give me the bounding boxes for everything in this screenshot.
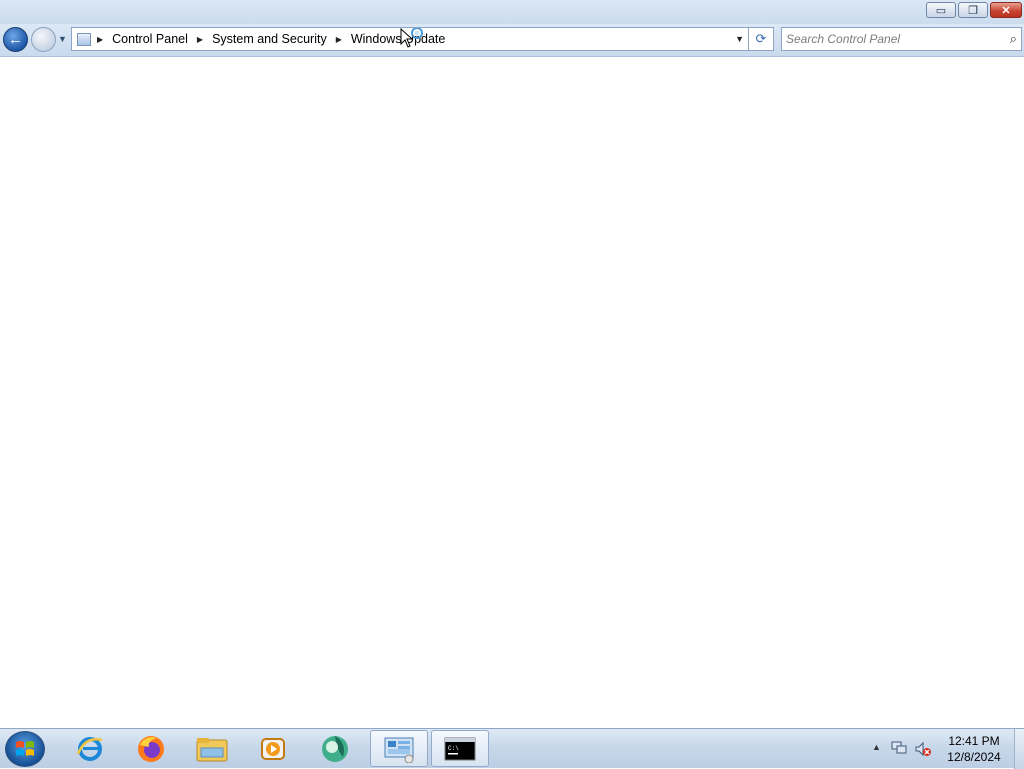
network-icon[interactable]: [891, 741, 907, 755]
breadcrumb-separator[interactable]: ▶: [336, 35, 342, 44]
minimize-button[interactable]: ▭: [926, 2, 956, 18]
window-controls: ▭ ❐ ✕: [926, 2, 1022, 18]
taskbar-internet-explorer[interactable]: [61, 730, 119, 767]
address-dropdown-button[interactable]: ▼: [735, 34, 744, 44]
clock-date: 12/8/2024: [947, 750, 1001, 764]
clock[interactable]: 12:41 PM 12/8/2024: [932, 733, 1016, 765]
windows-logo-icon: [16, 741, 34, 756]
search-input[interactable]: [786, 30, 996, 48]
clock-time: 12:41 PM: [948, 734, 1000, 748]
close-button[interactable]: ✕: [990, 2, 1022, 18]
svg-text:C:\: C:\: [448, 745, 459, 752]
breadcrumb-separator[interactable]: ▶: [97, 35, 103, 44]
volume-muted-icon[interactable]: [914, 741, 932, 757]
show-desktop-button[interactable]: [1014, 729, 1024, 769]
app-globe-icon: [322, 735, 348, 762]
file-explorer-icon: [196, 737, 228, 761]
main-content-area: [0, 57, 1024, 728]
navigation-bar: ← ▼ ▶ Control Panel ▶ System and Securit…: [0, 24, 1024, 57]
firefox-icon: [138, 735, 164, 762]
back-button[interactable]: ←: [3, 27, 28, 52]
taskbar-app[interactable]: [306, 730, 364, 767]
refresh-button[interactable]: ⟳: [749, 27, 774, 51]
control-panel-icon: [77, 32, 91, 46]
internet-explorer-icon: [76, 736, 103, 761]
recent-pages-button[interactable]: ▼: [58, 34, 67, 44]
taskbar-control-panel[interactable]: [370, 730, 428, 767]
show-hidden-icons-button[interactable]: ▲: [872, 742, 881, 752]
search-box[interactable]: ⌕: [781, 27, 1022, 51]
command-prompt-icon: C:\: [444, 737, 476, 760]
busy-cursor-icon: [400, 28, 423, 48]
taskbar-media-player[interactable]: [244, 730, 302, 767]
breadcrumb-system-and-security[interactable]: System and Security: [212, 32, 327, 46]
breadcrumb-separator[interactable]: ▶: [197, 35, 203, 44]
taskbar-command-prompt[interactable]: C:\: [431, 730, 489, 767]
breadcrumb-windows-update[interactable]: Windows Update: [351, 32, 446, 46]
taskbar-file-explorer[interactable]: [183, 730, 241, 767]
taskbar: C:\ ▲ 12:41 PM 12/8/2024: [0, 728, 1024, 769]
window-title-bar: ▭ ❐ ✕: [0, 0, 1024, 24]
taskbar-firefox[interactable]: [122, 730, 180, 767]
search-icon[interactable]: ⌕: [1010, 31, 1017, 47]
start-button[interactable]: [5, 731, 45, 767]
forward-button[interactable]: [31, 27, 56, 52]
media-player-icon: [261, 737, 285, 760]
restore-button[interactable]: ❐: [958, 2, 988, 18]
breadcrumb-control-panel[interactable]: Control Panel: [112, 32, 188, 46]
control-panel-icon: [384, 737, 414, 763]
